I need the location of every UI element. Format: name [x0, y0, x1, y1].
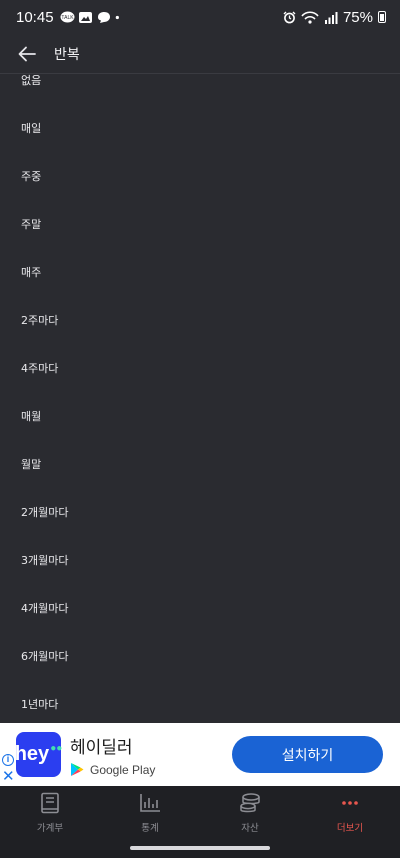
ad-info-icon[interactable]: i	[2, 754, 14, 766]
talk-notification-icon: TALK	[60, 11, 75, 22]
system-nav-bar	[0, 838, 400, 858]
option-daily[interactable]: 매일	[0, 104, 400, 152]
ad-store-name: Google Play	[90, 762, 156, 777]
tab-stats-label: 통계	[141, 823, 159, 834]
home-indicator[interactable]	[130, 846, 270, 850]
ad-store: Google Play	[70, 762, 155, 777]
option-weekly[interactable]: 매주	[0, 248, 400, 296]
wifi-icon	[301, 10, 319, 24]
status-time: 10:45	[16, 8, 54, 26]
coins-icon	[239, 792, 261, 814]
status-right: 75%	[283, 9, 386, 26]
option-every-6-months[interactable]: 6개월마다	[0, 632, 400, 680]
bar-chart-icon	[139, 792, 161, 814]
battery-icon	[378, 11, 386, 23]
tab-more[interactable]: 더보기	[300, 786, 400, 838]
ad-text: 헤이딜러 Google Play	[70, 733, 155, 777]
ad-close-icon[interactable]: ✕	[2, 769, 15, 784]
ad-install-button[interactable]: 설치하기	[232, 736, 383, 773]
option-monthly[interactable]: 매월	[0, 392, 400, 440]
option-every-2-weeks[interactable]: 2주마다	[0, 296, 400, 344]
ad-banner[interactable]: i ✕ hey ●● 헤이딜러 Google Play 설치하기	[0, 723, 400, 786]
signal-icon	[324, 11, 338, 24]
option-end-of-month[interactable]: 월말	[0, 440, 400, 488]
bottom-tab-bar: 가계부 통계 자산 더보기	[0, 786, 400, 838]
option-every-2-months[interactable]: 2개월마다	[0, 488, 400, 536]
option-weekdays[interactable]: 주중	[0, 152, 400, 200]
option-every-3-months[interactable]: 3개월마다	[0, 536, 400, 584]
svg-text:TALK: TALK	[61, 15, 74, 21]
tab-assets-label: 자산	[241, 823, 259, 834]
alarm-icon	[283, 11, 296, 23]
status-bar: 10:45 TALK 75%	[0, 0, 400, 34]
tab-more-label: 더보기	[336, 823, 364, 834]
ad-logo-text: hey	[14, 743, 50, 765]
ad-title: 헤이딜러	[70, 738, 133, 758]
tab-assets[interactable]: 자산	[200, 786, 300, 838]
book-icon	[39, 792, 61, 814]
notification-icons: TALK	[60, 11, 124, 24]
option-none[interactable]: 없음	[0, 56, 400, 104]
google-play-icon	[71, 763, 84, 776]
repeat-options-list: 없음 매일 주중 주말 매주 2주마다 4주마다 매월 월말 2개월마다 3개월…	[0, 56, 400, 728]
more-dots-icon	[339, 792, 361, 814]
option-yearly[interactable]: 1년마다	[0, 680, 400, 728]
tab-stats[interactable]: 통계	[100, 786, 200, 838]
option-every-4-weeks[interactable]: 4주마다	[0, 344, 400, 392]
battery-percent: 75%	[342, 8, 373, 26]
chat-notification-icon	[97, 11, 110, 23]
option-weekends[interactable]: 주말	[0, 200, 400, 248]
dot-icon	[115, 15, 119, 19]
tab-ledger[interactable]: 가계부	[0, 786, 100, 838]
option-every-4-months[interactable]: 4개월마다	[0, 584, 400, 632]
gallery-notification-icon	[78, 11, 92, 23]
logo-dots-icon: ●●	[50, 743, 63, 754]
tab-ledger-label: 가계부	[36, 823, 64, 834]
ad-app-logo[interactable]: hey ●●	[14, 732, 63, 777]
